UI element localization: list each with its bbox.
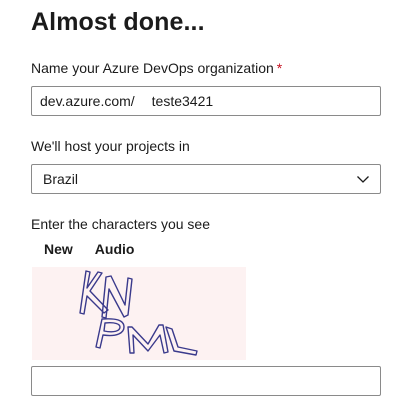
page-title: Almost done... (31, 8, 205, 36)
region-selected-value: Brazil (43, 171, 79, 187)
org-name-field[interactable]: dev.azure.com/ (31, 86, 381, 116)
captcha-image (32, 267, 246, 360)
captcha-options: New Audio (44, 241, 134, 257)
signup-form: Almost done... Name your Azure DevOps or… (0, 0, 413, 404)
chevron-down-icon (356, 172, 370, 186)
org-name-label: Name your Azure DevOps organization * (31, 60, 282, 76)
captcha-audio-button[interactable]: Audio (95, 241, 135, 257)
captcha-input[interactable] (31, 366, 381, 396)
captcha-label: Enter the characters you see (31, 216, 210, 232)
org-url-prefix: dev.azure.com/ (40, 93, 135, 109)
captcha-new-button[interactable]: New (44, 241, 73, 257)
region-select[interactable]: Brazil (31, 164, 381, 194)
org-name-input[interactable] (151, 93, 352, 109)
region-label: We'll host your projects in (31, 138, 190, 154)
captcha-glyphs (79, 270, 198, 356)
required-mark: * (276, 60, 283, 76)
org-name-label-text: Name your Azure DevOps organization (31, 60, 274, 76)
